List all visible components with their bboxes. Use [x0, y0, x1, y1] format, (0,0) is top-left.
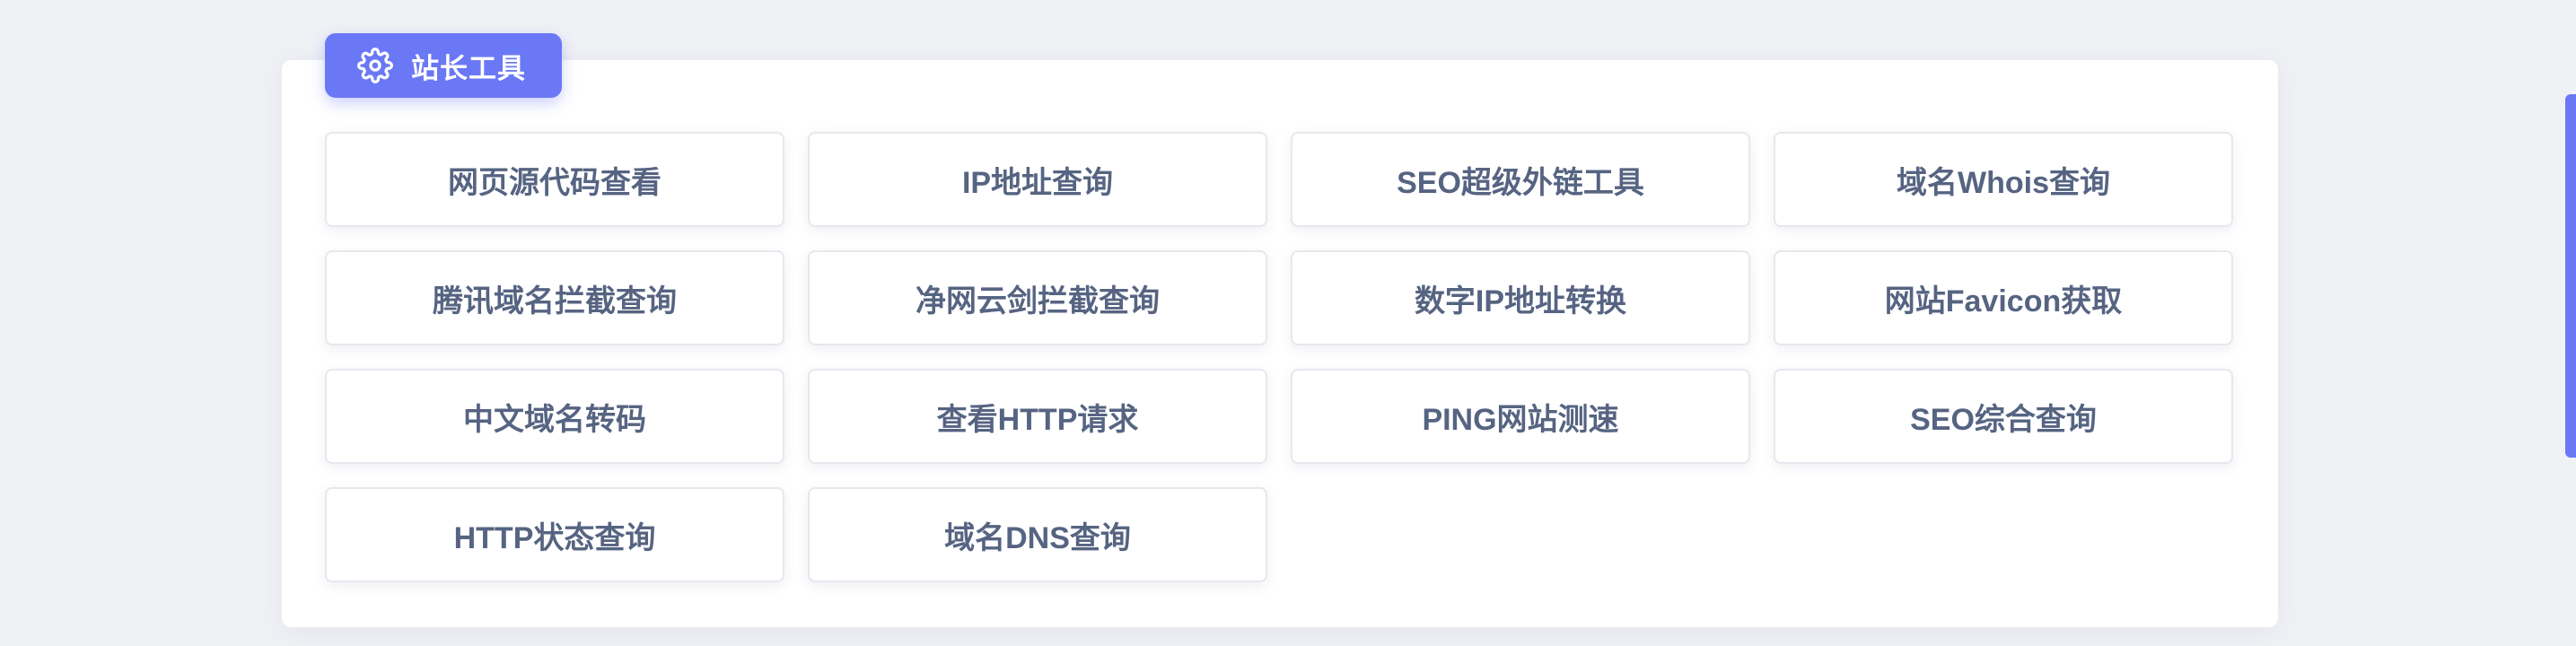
tool-ping-speed-test[interactable]: PING网站测速	[1291, 369, 1750, 464]
scrollbar-thumb[interactable]	[2565, 94, 2576, 458]
tool-http-status-check[interactable]: HTTP状态查询	[325, 487, 784, 582]
scrollbar[interactable]	[2565, 0, 2576, 646]
tool-tencent-block-check[interactable]: 腾讯域名拦截查询	[325, 250, 784, 345]
section-title: 站长工具	[411, 52, 526, 84]
tool-numeric-ip-convert[interactable]: 数字IP地址转换	[1291, 250, 1750, 345]
tool-seo-overview[interactable]: SEO综合查询	[1774, 369, 2233, 464]
tool-http-request-viewer[interactable]: 查看HTTP请求	[808, 369, 1267, 464]
section-title-badge: 站长工具	[325, 33, 562, 98]
gear-icon	[357, 48, 393, 83]
tool-favicon-fetch[interactable]: 网站Favicon获取	[1774, 250, 2233, 345]
tool-chinese-domain-punycode[interactable]: 中文域名转码	[325, 369, 784, 464]
tool-ip-lookup[interactable]: IP地址查询	[808, 132, 1267, 227]
tool-dns-lookup[interactable]: 域名DNS查询	[808, 487, 1267, 582]
tool-page-source-viewer[interactable]: 网页源代码查看	[325, 132, 784, 227]
tool-whois-lookup[interactable]: 域名Whois查询	[1774, 132, 2233, 227]
tools-grid: 网页源代码查看 IP地址查询 SEO超级外链工具 域名Whois查询 腾讯域名拦…	[325, 132, 2235, 582]
tool-seo-backlinks[interactable]: SEO超级外链工具	[1291, 132, 1750, 227]
tool-jingwang-block-check[interactable]: 净网云剑拦截查询	[808, 250, 1267, 345]
